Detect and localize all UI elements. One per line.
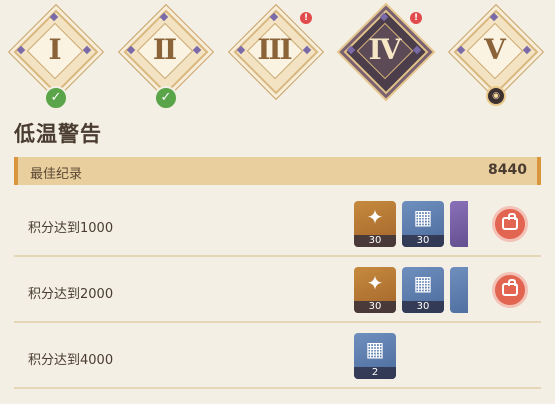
stage-4-tab[interactable]: IV ! bbox=[343, 9, 429, 95]
best-record-value: 8440 bbox=[488, 162, 527, 178]
card-icon[interactable]: ▦ 2 bbox=[354, 333, 396, 379]
reward-list: ✦ 30 ▦ 30 bbox=[354, 201, 468, 247]
stage-2-numeral: II bbox=[152, 33, 177, 66]
book-icon[interactable] bbox=[450, 201, 468, 247]
best-record-label: 最佳纪录 bbox=[30, 167, 83, 182]
reward-qty: 30 bbox=[354, 301, 396, 313]
book-icon[interactable] bbox=[450, 267, 468, 313]
primogem-icon[interactable]: ✦ 30 bbox=[354, 201, 396, 247]
reward-row: 积分达到2000 ✦ 30 ▦ 30 bbox=[14, 259, 541, 323]
reward-list: ▦ 2 bbox=[354, 333, 468, 379]
stage-3-tab[interactable]: III ! bbox=[233, 9, 319, 95]
stage-1-tab[interactable]: I ✓ bbox=[13, 9, 99, 110]
claim-button[interactable] bbox=[492, 272, 528, 308]
page-title: 低温警告 bbox=[14, 122, 102, 146]
stage-5-tab[interactable]: V ◉ bbox=[453, 9, 539, 106]
reward-row: 积分达到4000 ▦ 2 bbox=[14, 325, 541, 389]
reward-qty: 30 bbox=[402, 301, 444, 313]
stage-1-numeral: I bbox=[48, 33, 61, 66]
stage-selector: I ✓ II ✓ III ! IV ! V ◉ bbox=[0, 0, 555, 110]
check-icon: ✓ bbox=[154, 86, 178, 110]
check-icon: ✓ bbox=[44, 86, 68, 110]
card-icon[interactable]: ▦ 30 bbox=[402, 267, 444, 313]
card-icon[interactable]: ▦ 30 bbox=[402, 201, 444, 247]
exclamation-icon: ! bbox=[410, 12, 422, 24]
stage-2-tab[interactable]: II ✓ bbox=[123, 9, 209, 110]
row-label: 积分达到1000 bbox=[28, 221, 114, 236]
chest-icon bbox=[502, 279, 518, 296]
exclamation-icon: ! bbox=[300, 12, 312, 24]
lock-icon: ◉ bbox=[486, 86, 506, 106]
reward-list: ✦ 30 ▦ 30 bbox=[354, 267, 468, 313]
reward-qty: 30 bbox=[354, 235, 396, 247]
best-record-bar: 最佳纪录 8440 bbox=[14, 157, 541, 185]
reward-qty: 2 bbox=[354, 367, 396, 379]
row-label: 积分达到4000 bbox=[28, 353, 114, 368]
chest-icon bbox=[502, 213, 518, 230]
claim-button[interactable] bbox=[492, 206, 528, 242]
reward-qty: 30 bbox=[402, 235, 444, 247]
stage-5-numeral: V bbox=[484, 33, 506, 66]
reward-row: 积分达到1000 ✦ 30 ▦ 30 bbox=[14, 193, 541, 257]
primogem-icon[interactable]: ✦ 30 bbox=[354, 267, 396, 313]
row-label: 积分达到2000 bbox=[28, 287, 114, 302]
